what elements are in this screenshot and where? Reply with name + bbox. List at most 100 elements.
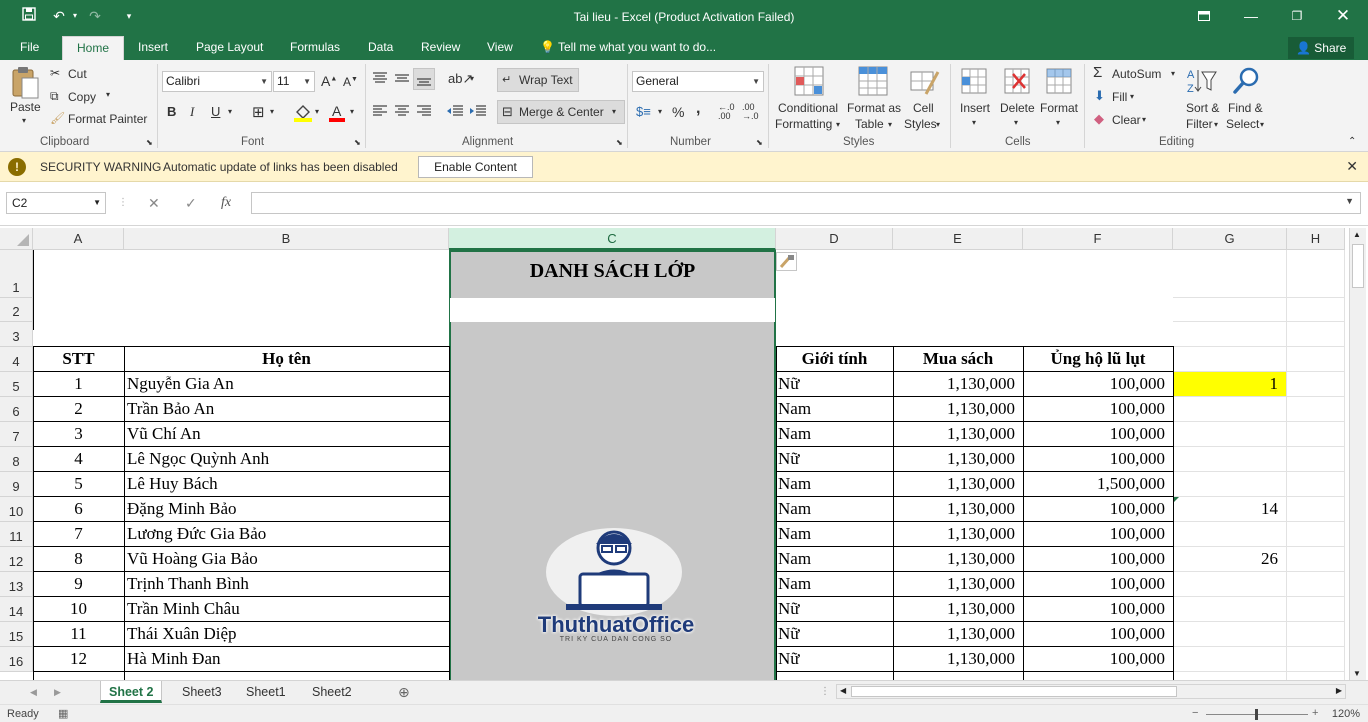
cell-gender[interactable]: Nam xyxy=(776,574,893,598)
format-as-table-label[interactable]: Format as xyxy=(847,101,901,115)
cell-books[interactable]: 1,130,000 xyxy=(893,424,1023,448)
paste-dropdown-icon[interactable]: ▾ xyxy=(22,116,26,125)
cell-books[interactable]: 1,130,000 xyxy=(893,374,1023,398)
format-cells-icon[interactable] xyxy=(1045,66,1073,99)
sort-filter-label[interactable]: Sort & xyxy=(1186,101,1219,115)
cell-stt[interactable]: 8 xyxy=(33,549,124,573)
bold-button[interactable]: B xyxy=(167,104,176,119)
cell-gender[interactable]: Nam xyxy=(776,524,893,548)
cell-flood[interactable]: 100,000 xyxy=(1023,624,1173,648)
column-header-h[interactable]: H xyxy=(1287,228,1345,250)
cell-flood[interactable]: 100,000 xyxy=(1023,424,1173,448)
sheet-tab-sheet3[interactable]: Sheet3 xyxy=(174,681,230,703)
row-header-11[interactable]: 11 xyxy=(0,522,33,547)
increase-indent-icon[interactable] xyxy=(469,104,487,121)
cell-flood[interactable]: 100,000 xyxy=(1023,574,1173,598)
conditional-formatting-icon[interactable] xyxy=(794,66,824,99)
comma-style-button[interactable]: , xyxy=(696,100,700,118)
scroll-down-icon[interactable]: ▼ xyxy=(1353,669,1361,678)
font-size-combo[interactable]: 11 ▼ xyxy=(273,71,315,92)
cell-stt[interactable]: 3 xyxy=(33,424,124,448)
tab-view[interactable]: View xyxy=(487,39,513,60)
conditional-formatting-label[interactable]: Conditional xyxy=(778,101,838,115)
orientation-dropdown-icon[interactable]: ▾ xyxy=(470,74,474,83)
font-color-dropdown-icon[interactable]: ▾ xyxy=(350,107,354,116)
delete-cells-icon[interactable] xyxy=(1003,66,1031,99)
clipboard-launcher-icon[interactable]: ⬊ xyxy=(146,138,153,147)
cell-g5[interactable]: 1 xyxy=(1174,374,1286,394)
formula-input[interactable]: ▼ xyxy=(251,192,1361,214)
sort-filter-label2[interactable]: Filter xyxy=(1186,117,1213,131)
cell-stt[interactable]: 11 xyxy=(33,624,124,648)
autosum-button[interactable]: AutoSum xyxy=(1112,67,1161,81)
paste-button[interactable]: Paste xyxy=(10,100,41,114)
cell-styles-label[interactable]: Cell xyxy=(913,101,934,115)
column-header-c[interactable]: C xyxy=(449,228,776,250)
chevron-down-icon[interactable]: ▾ xyxy=(1056,118,1060,127)
autosum-icon[interactable]: Σ xyxy=(1093,64,1102,81)
cell-gender[interactable]: Nữ xyxy=(776,649,893,673)
percent-style-button[interactable]: % xyxy=(672,104,684,120)
chevron-down-icon[interactable]: ▾ xyxy=(1014,118,1018,127)
confirm-entry-icon[interactable]: ✓ xyxy=(185,192,197,214)
insert-cells-icon[interactable] xyxy=(960,66,988,99)
cut-icon[interactable]: ✂ xyxy=(50,66,60,80)
increase-font-icon[interactable]: A▲ xyxy=(321,73,337,89)
font-launcher-icon[interactable]: ⬊ xyxy=(354,138,361,147)
cell-stt[interactable]: 12 xyxy=(33,649,124,673)
tab-home[interactable]: Home xyxy=(62,36,125,60)
fill-color-icon[interactable] xyxy=(294,103,312,126)
paste-options-icon[interactable] xyxy=(776,252,797,271)
format-painter-icon[interactable]: 🖌 xyxy=(50,111,65,125)
number-launcher-icon[interactable]: ⬊ xyxy=(756,138,763,147)
cell-name[interactable]: Trịnh Thanh Bình xyxy=(124,574,449,598)
column-header-f[interactable]: F xyxy=(1023,228,1173,250)
cell-books[interactable]: 1,130,000 xyxy=(893,499,1023,523)
column-header-e[interactable]: E xyxy=(893,228,1023,250)
cell-stt[interactable]: 1 xyxy=(33,374,124,398)
insert-cells-button[interactable]: Insert xyxy=(960,101,990,115)
number-format-combo[interactable]: General ▼ xyxy=(632,71,764,92)
font-color-icon[interactable]: A xyxy=(329,103,345,126)
cell-books[interactable]: 1,130,000 xyxy=(893,449,1023,473)
merge-center-button[interactable]: ⊟ Merge & Center ▾ xyxy=(497,100,625,124)
format-cells-button[interactable]: Format xyxy=(1040,101,1078,115)
cell-books[interactable]: 1,130,000 xyxy=(893,549,1023,573)
cell-flood[interactable]: 100,000 xyxy=(1023,524,1173,548)
cell-name[interactable]: Hà Minh Đan xyxy=(124,649,449,673)
restore-icon[interactable]: ❐ xyxy=(1286,5,1308,27)
row-header-1[interactable]: 1 xyxy=(0,250,33,298)
expand-formula-bar-icon[interactable]: ▼ xyxy=(1345,196,1354,206)
alignment-launcher-icon[interactable]: ⬊ xyxy=(616,138,623,147)
tab-page-layout[interactable]: Page Layout xyxy=(196,39,263,60)
cell-flood[interactable]: 100,000 xyxy=(1023,374,1173,398)
align-left-icon[interactable] xyxy=(372,104,388,121)
zoom-in-icon[interactable]: + xyxy=(1312,707,1318,719)
find-select-label[interactable]: Find & xyxy=(1228,101,1263,115)
sheet-tab-sheet-2[interactable]: Sheet 2 xyxy=(100,681,163,703)
copy-icon[interactable]: ⧉ xyxy=(50,89,59,104)
cell-stt[interactable]: 2 xyxy=(33,399,124,423)
wrap-text-button[interactable]: ↵ Wrap Text xyxy=(497,68,579,92)
tab-review[interactable]: Review xyxy=(421,39,460,60)
next-sheet-icon[interactable]: ▶ xyxy=(46,681,69,703)
cell-stt[interactable]: 4 xyxy=(33,449,124,473)
row-header-14[interactable]: 14 xyxy=(0,597,33,622)
cell-stt[interactable]: 5 xyxy=(33,474,124,498)
borders-dropdown-icon[interactable]: ▾ xyxy=(270,107,274,116)
cell-gender[interactable]: Nam xyxy=(776,499,893,523)
fill-button[interactable]: Fill xyxy=(1112,90,1127,104)
align-bottom-button[interactable] xyxy=(413,68,435,90)
chevron-down-icon[interactable]: ▾ xyxy=(936,120,940,129)
tab-split-icon[interactable]: ⋮ xyxy=(812,681,838,703)
sort-filter-icon[interactable]: AZ xyxy=(1186,66,1218,99)
autosum-dropdown-icon[interactable]: ▾ xyxy=(1171,69,1175,78)
decrease-indent-icon[interactable] xyxy=(446,104,464,121)
tab-insert[interactable]: Insert xyxy=(138,39,168,60)
prev-sheet-icon[interactable]: ◀ xyxy=(22,681,45,703)
clear-button[interactable]: Clear xyxy=(1112,113,1141,127)
cell-styles-label2[interactable]: Styles xyxy=(904,117,937,131)
cell-gender[interactable]: Nữ xyxy=(776,599,893,623)
cell-stt[interactable]: 10 xyxy=(33,599,124,623)
tab-formulas[interactable]: Formulas xyxy=(290,39,340,60)
